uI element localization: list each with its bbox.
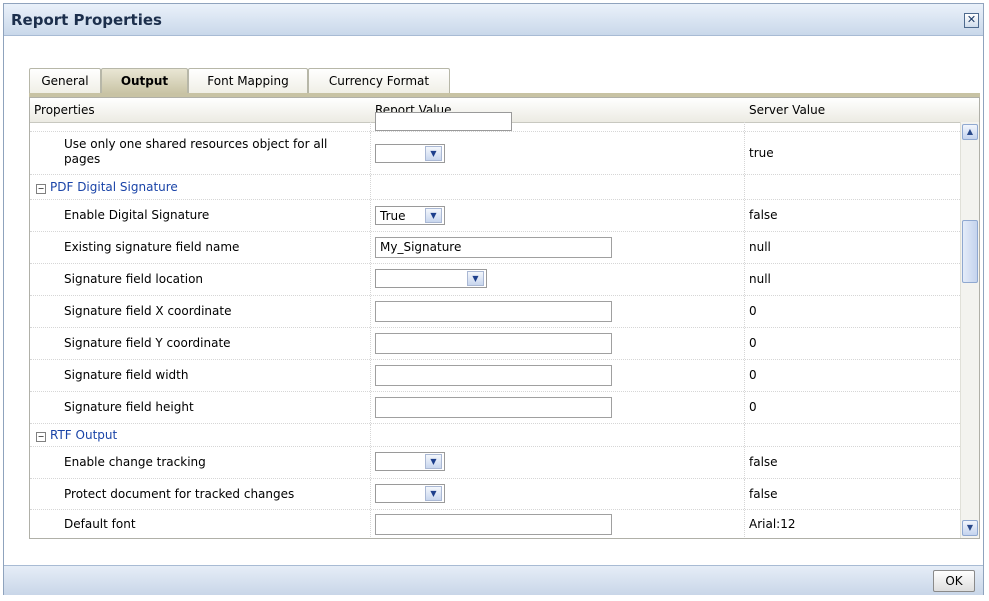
chevron-down-icon: ▼ bbox=[467, 271, 484, 286]
report-value-input[interactable] bbox=[375, 301, 612, 322]
report-value-input[interactable] bbox=[375, 333, 612, 354]
report-value-input[interactable] bbox=[375, 365, 612, 386]
signature-field-name-input[interactable]: My_Signature bbox=[375, 237, 612, 258]
selected-value: True bbox=[380, 209, 406, 223]
property-label: Signature field Y coordinate bbox=[64, 336, 231, 350]
ok-button[interactable]: OK bbox=[933, 570, 975, 592]
table-row: Existing signature field name My_Signatu… bbox=[30, 232, 960, 264]
property-label: Protect document for tracked changes bbox=[64, 487, 295, 501]
server-value: 0 bbox=[749, 400, 757, 414]
table-row: Signature field location ▼ null bbox=[30, 264, 960, 296]
server-value: 0 bbox=[749, 304, 757, 318]
property-label: Signature field width bbox=[64, 368, 189, 382]
section-header-pdf-signature[interactable]: − PDF Digital Signature bbox=[36, 180, 178, 194]
dialog-title: Report Properties bbox=[11, 11, 162, 29]
table-row: Signature field height 0 bbox=[30, 392, 960, 424]
server-value: Arial:12 bbox=[749, 517, 796, 531]
arrow-down-icon[interactable]: ▼ bbox=[962, 520, 978, 536]
dialog-footer: OK bbox=[4, 565, 983, 595]
property-label: Enable Digital Signature bbox=[64, 208, 210, 222]
table-row: Protect document for tracked changes ▼ f… bbox=[30, 479, 960, 510]
chevron-down-icon: ▼ bbox=[425, 486, 442, 501]
tab-currency-format[interactable]: Currency Format bbox=[308, 68, 450, 93]
table-row-partial bbox=[30, 112, 960, 132]
table-row: Enable change tracking ▼ false bbox=[30, 447, 960, 479]
report-value-select[interactable]: ▼ bbox=[375, 269, 487, 288]
report-value-input[interactable] bbox=[375, 397, 612, 418]
table-row: Use only one shared resources object for… bbox=[30, 132, 960, 175]
server-value: 0 bbox=[749, 368, 757, 382]
table-row: Signature field width 0 bbox=[30, 360, 960, 392]
tab-output[interactable]: Output bbox=[101, 68, 188, 94]
header-properties: Properties bbox=[34, 103, 95, 117]
server-value: true bbox=[749, 146, 774, 160]
server-value: null bbox=[749, 240, 771, 254]
server-value: 0 bbox=[749, 336, 757, 350]
server-value: null bbox=[749, 272, 771, 286]
table-row: Signature field X coordinate 0 bbox=[30, 296, 960, 328]
report-value-input[interactable] bbox=[375, 514, 612, 535]
section-label: RTF Output bbox=[50, 428, 118, 442]
section-label: PDF Digital Signature bbox=[50, 180, 178, 194]
arrow-up-icon[interactable]: ▲ bbox=[962, 124, 978, 140]
section-row: − PDF Digital Signature bbox=[30, 175, 960, 200]
table-row: Enable Digital Signature True ▼ false bbox=[30, 200, 960, 232]
tab-general[interactable]: General bbox=[29, 68, 101, 93]
report-value-select[interactable]: ▼ bbox=[375, 144, 445, 163]
close-icon[interactable]: ✕ bbox=[964, 13, 979, 28]
table-row: Signature field Y coordinate 0 bbox=[30, 328, 960, 360]
vertical-scrollbar[interactable]: ▲ ▼ bbox=[960, 122, 979, 538]
server-value: false bbox=[749, 455, 778, 469]
report-properties-dialog: Report Properties ✕ General Output Font … bbox=[3, 3, 984, 595]
report-value-select[interactable]: True ▼ bbox=[375, 206, 445, 225]
report-value-select[interactable]: ▼ bbox=[375, 484, 445, 503]
property-label: Signature field height bbox=[64, 400, 194, 414]
section-header-rtf-output[interactable]: − RTF Output bbox=[36, 428, 117, 442]
property-label: Enable change tracking bbox=[64, 455, 206, 469]
properties-table: Properties Report Value Server Value Use… bbox=[29, 97, 980, 539]
chevron-down-icon: ▼ bbox=[425, 146, 442, 161]
report-value-select[interactable]: ▼ bbox=[375, 452, 445, 471]
property-label: Default font bbox=[64, 517, 136, 531]
server-value: false bbox=[749, 487, 778, 501]
collapse-icon[interactable]: − bbox=[36, 432, 46, 442]
tab-font-mapping[interactable]: Font Mapping bbox=[188, 68, 308, 93]
header-server-value: Server Value bbox=[749, 103, 826, 117]
section-row: − RTF Output bbox=[30, 424, 960, 447]
chevron-down-icon: ▼ bbox=[425, 208, 442, 223]
property-label: Signature field location bbox=[64, 272, 204, 286]
server-value: false bbox=[749, 208, 778, 222]
report-value-select[interactable] bbox=[375, 112, 512, 131]
chevron-down-icon: ▼ bbox=[425, 454, 442, 469]
property-label: Existing signature field name bbox=[64, 240, 240, 254]
collapse-icon[interactable]: − bbox=[36, 184, 46, 194]
property-label: Use only one shared resources object for… bbox=[64, 137, 328, 166]
title-bar: Report Properties ✕ bbox=[4, 4, 983, 36]
table-row: Default font Arial:12 bbox=[30, 510, 960, 538]
scrollbar-thumb[interactable] bbox=[962, 220, 978, 283]
property-label: Signature field X coordinate bbox=[64, 304, 232, 318]
